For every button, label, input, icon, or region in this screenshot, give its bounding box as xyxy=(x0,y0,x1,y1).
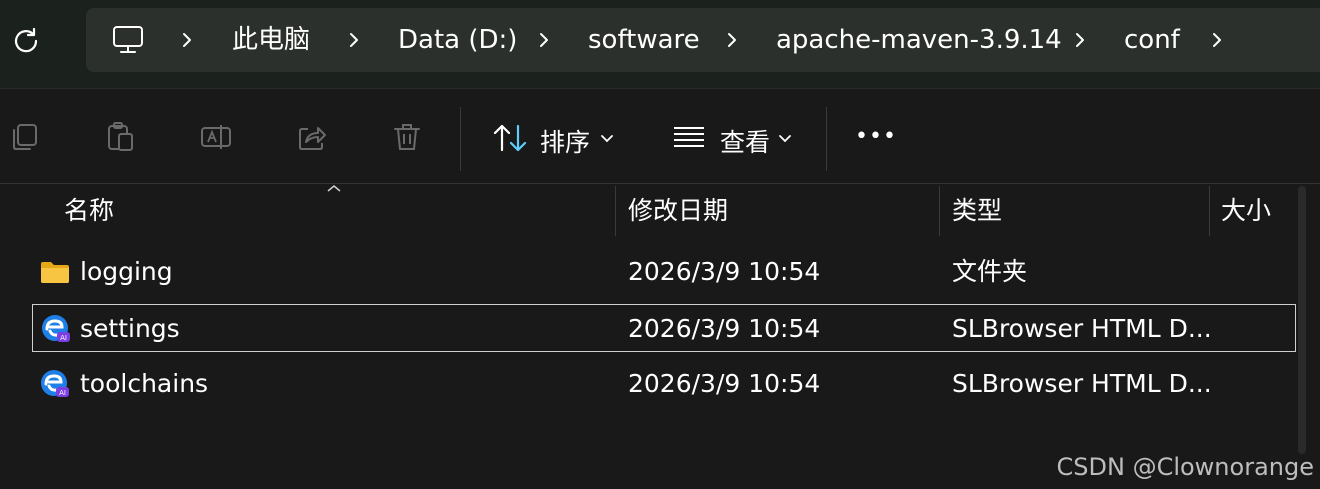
breadcrumb-item-data-drive[interactable]: Data (D:) xyxy=(398,8,517,72)
sort-icon xyxy=(493,124,527,152)
slbrowser-icon: AI xyxy=(41,370,69,397)
chevron-right-icon[interactable] xyxy=(1210,32,1224,48)
copy-button[interactable] xyxy=(6,119,42,155)
file-row-settings[interactable]: AI settings 2026/3/9 10:54 SLBrowser HTM… xyxy=(32,304,1296,352)
file-row-logging[interactable]: logging 2026/3/9 10:54 文件夹 xyxy=(32,248,1296,296)
paste-button[interactable] xyxy=(102,119,138,155)
file-type: 文件夹 xyxy=(952,257,1028,286)
chevron-right-icon xyxy=(350,33,358,47)
file-date: 2026/3/9 10:54 xyxy=(628,369,821,398)
view-button[interactable]: 查看 xyxy=(666,111,806,163)
delete-button[interactable] xyxy=(389,119,425,155)
breadcrumb-item-conf[interactable]: conf xyxy=(1124,8,1180,72)
breadcrumb-item-maven[interactable]: apache-maven-3.9.14 xyxy=(776,8,1062,72)
toolbar-divider xyxy=(460,107,461,171)
file-name: toolchains xyxy=(80,369,209,398)
share-icon xyxy=(299,127,326,150)
file-name: logging xyxy=(80,257,173,286)
watermark: CSDN @Clownorange xyxy=(1056,453,1314,481)
svg-text:AI: AI xyxy=(60,334,67,342)
trash-icon xyxy=(394,124,420,150)
title-bar: 此电脑 Data (D:) software apache-maven-3.9.… xyxy=(0,0,1320,88)
column-header-name[interactable]: 名称 xyxy=(64,186,114,236)
column-divider[interactable] xyxy=(1209,186,1210,236)
address-bar[interactable]: 此电脑 Data (D:) software apache-maven-3.9.… xyxy=(86,8,1320,72)
rename-button[interactable] xyxy=(198,119,234,155)
more-icon: ••• xyxy=(855,124,897,149)
sort-label: 排序 xyxy=(540,128,591,157)
chevron-right-icon xyxy=(540,33,548,47)
slbrowser-icon: AI xyxy=(42,315,70,342)
column-divider[interactable] xyxy=(939,186,940,236)
chevron-right-icon xyxy=(728,33,736,47)
chevron-down-icon xyxy=(601,135,613,143)
column-header-size[interactable]: 大小 xyxy=(1221,186,1271,236)
sort-ascending-indicator-icon xyxy=(327,185,341,192)
chevron-down-icon xyxy=(779,135,791,143)
file-date: 2026/3/9 10:54 xyxy=(628,314,821,343)
column-header-date[interactable]: 修改日期 xyxy=(628,186,728,236)
computer-icon xyxy=(113,26,143,53)
refresh-button[interactable] xyxy=(10,24,42,56)
file-row-toolchains[interactable]: AI toolchains 2026/3/9 10:54 SLBrowser H… xyxy=(32,360,1296,408)
chevron-right-icon xyxy=(1076,33,1084,47)
svg-text:AI: AI xyxy=(59,389,66,397)
paste-icon xyxy=(108,122,133,151)
command-bar: 排序 查看 ••• xyxy=(0,88,1320,184)
column-divider[interactable] xyxy=(615,186,616,236)
vertical-scrollbar[interactable] xyxy=(1298,186,1306,454)
more-options-button[interactable]: ••• xyxy=(852,117,900,157)
chevron-right-icon xyxy=(183,33,191,47)
refresh-icon xyxy=(14,27,38,53)
view-lines-icon xyxy=(674,127,704,147)
file-name: settings xyxy=(80,314,180,343)
file-date: 2026/3/9 10:54 xyxy=(628,257,821,286)
breadcrumb-item-this-pc[interactable]: 此电脑 xyxy=(232,8,310,72)
folder-icon xyxy=(41,262,69,283)
rename-icon xyxy=(201,125,231,149)
breadcrumb-item-software[interactable]: software xyxy=(588,8,700,72)
copy-icon xyxy=(13,124,37,150)
share-button[interactable] xyxy=(294,119,330,155)
column-header-type[interactable]: 类型 xyxy=(952,186,1002,236)
file-type: SLBrowser HTML D... xyxy=(952,314,1212,343)
file-type: SLBrowser HTML D... xyxy=(952,369,1212,398)
toolbar-divider xyxy=(826,107,827,171)
sort-button[interactable]: 排序 xyxy=(488,111,628,163)
view-label: 查看 xyxy=(720,128,771,157)
